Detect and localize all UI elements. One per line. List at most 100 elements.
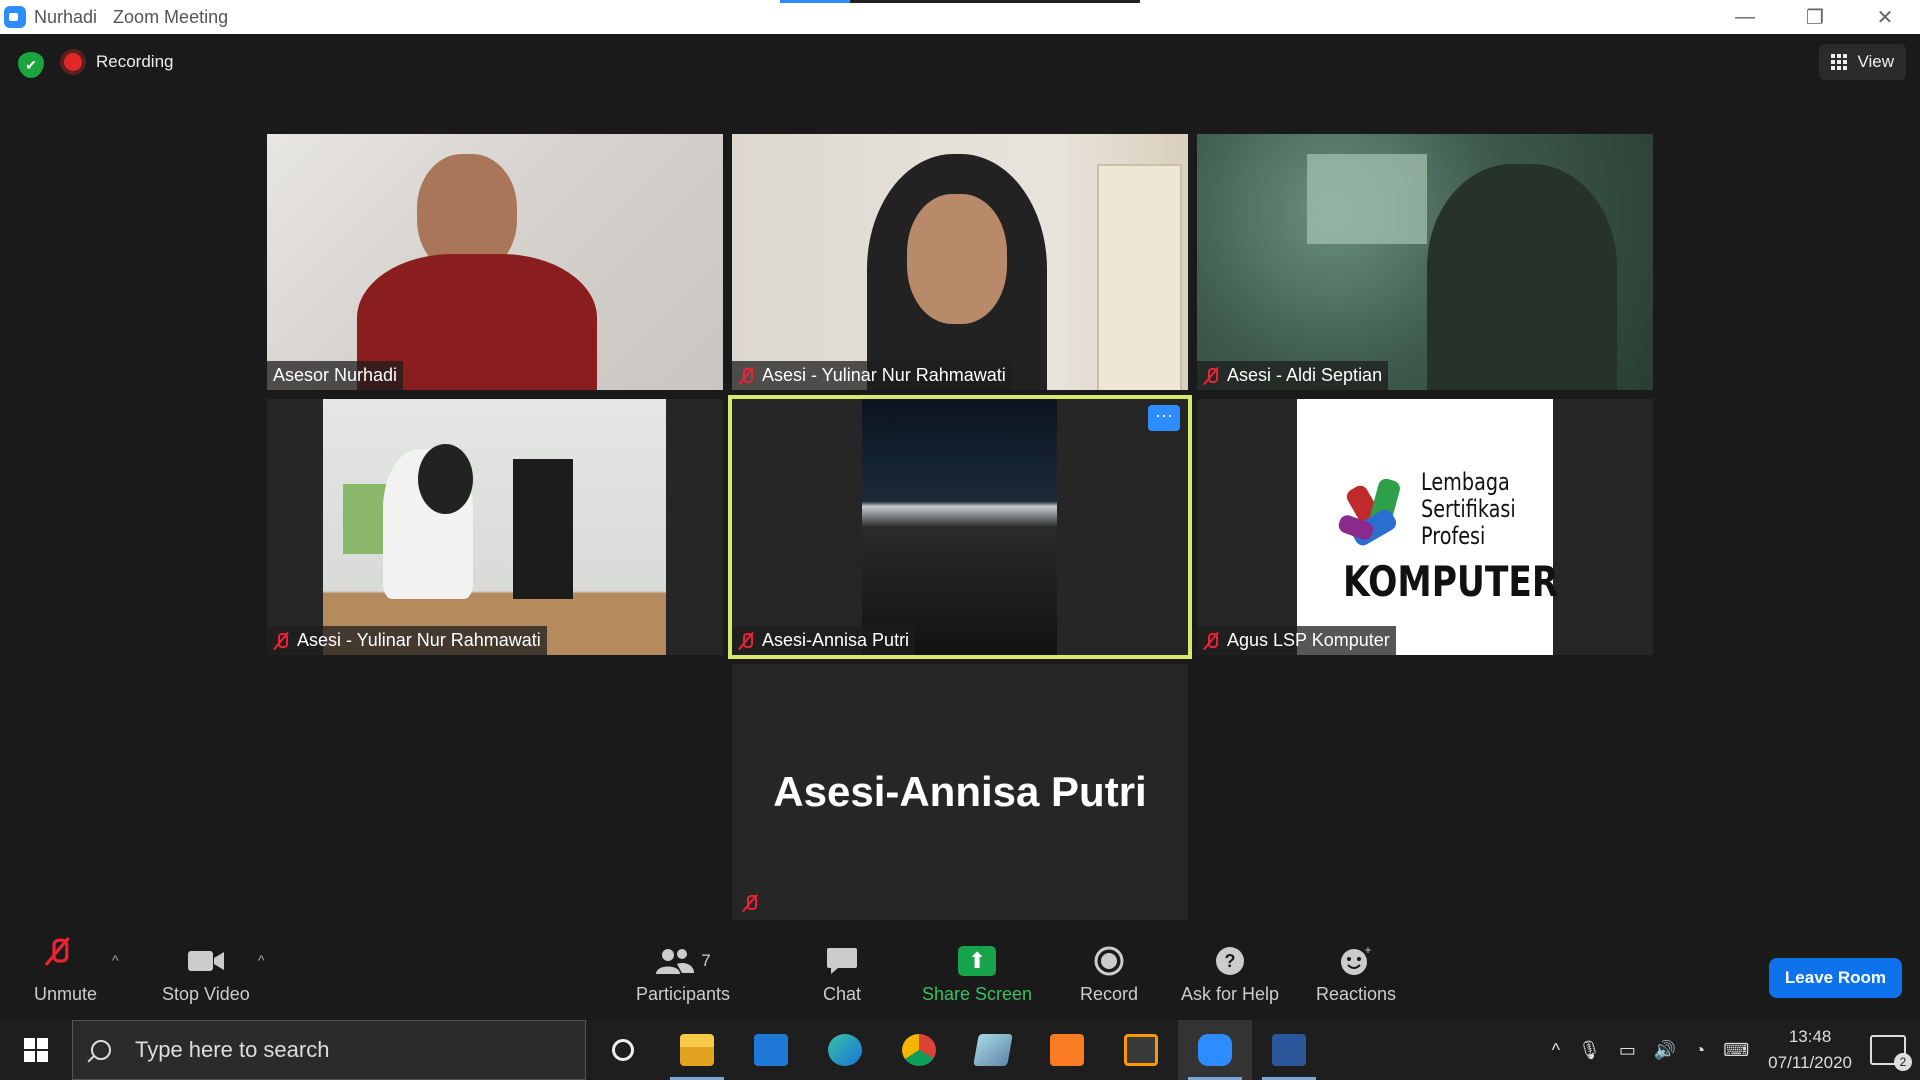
taskbar-chrome[interactable] (882, 1020, 956, 1080)
folder-icon (680, 1034, 714, 1066)
ask-for-help-button[interactable]: ? Ask for Help (1181, 944, 1279, 1005)
chat-bubble-icon (826, 944, 858, 978)
svg-text:+: + (1365, 945, 1372, 957)
search-icon (91, 1040, 111, 1060)
window-titlebar: Nurhadi Zoom Meeting — ❐ ✕ (0, 0, 1920, 34)
participants-icon: 7 (655, 944, 711, 978)
wifi-icon[interactable]: ◔ (1694, 1040, 1705, 1061)
windows-taskbar: Type here to search ^ 🎙 ▭ 🔊 ◔ ⌨ 13:48 07… (0, 1020, 1920, 1080)
window-user: Nurhadi (34, 6, 98, 27)
video-tile[interactable]: Lembaga Sertifikasi Profesi KOMPUTER Agu… (1197, 399, 1653, 655)
logo-text-line3: Profesi (1421, 522, 1486, 550)
start-button[interactable] (0, 1020, 72, 1080)
svg-text:?: ? (1225, 951, 1236, 971)
action-center-notification-icon[interactable]: 2 (1870, 1035, 1912, 1071)
participant-name-label: Asesi-Annisa Putri (732, 626, 916, 655)
encryption-shield-icon[interactable]: ✔ (18, 52, 44, 78)
video-camera-icon (187, 944, 225, 978)
logo-text-main: KOMPUTER (1343, 557, 1559, 606)
taskbar-clock[interactable]: 13:48 07/11/2020 (1768, 1024, 1852, 1076)
participant-video (862, 399, 1057, 655)
recording-label: Recording (96, 52, 174, 71)
logo-text-line1: Lembaga (1421, 468, 1510, 496)
taskbar-zoom[interactable] (1178, 1020, 1252, 1080)
show-hidden-icons-chevron-icon[interactable]: ^ (1552, 1040, 1560, 1061)
video-tile[interactable]: Asesor Nurhadi (267, 134, 723, 390)
mail-icon (754, 1034, 788, 1066)
taskbar-mail[interactable] (734, 1020, 808, 1080)
taskbar-search-box[interactable]: Type here to search (72, 1020, 586, 1080)
share-screen-button[interactable]: ⬆ Share Screen (922, 944, 1032, 1005)
cortana-circle-icon (612, 1039, 634, 1061)
taskbar-edge[interactable] (808, 1020, 882, 1080)
name-only-tile[interactable]: Asesi-Annisa Putri (732, 664, 1188, 920)
search-placeholder: Type here to search (135, 1037, 330, 1062)
battery-icon[interactable]: ▭ (1619, 1040, 1636, 1061)
lsp-komputer-logo: Lembaga Sertifikasi Profesi KOMPUTER (1297, 399, 1558, 655)
audio-options-caret-icon[interactable]: ^ (112, 952, 119, 968)
mic-muted-icon (738, 632, 754, 650)
mic-muted-icon (1203, 632, 1219, 650)
recording-indicator[interactable]: Recording (64, 52, 174, 72)
volume-icon[interactable]: 🔊 (1654, 1040, 1676, 1061)
participant-name-label: Asesor Nurhadi (267, 361, 404, 390)
reactions-button[interactable]: + Reactions (1316, 944, 1396, 1005)
video-tile[interactable]: Asesi - Aldi Septian (1197, 134, 1653, 390)
video-tile[interactable]: Asesi - Yulinar Nur Rahmawati (267, 399, 723, 655)
participant-video (1307, 154, 1427, 244)
stop-video-button[interactable]: Stop Video (162, 944, 250, 1005)
microphone-off-icon (44, 937, 79, 985)
participant-name-label: Asesi - Aldi Septian (1197, 361, 1389, 390)
cortana-button[interactable] (586, 1020, 660, 1080)
record-button[interactable]: Record (1080, 944, 1138, 1005)
edge-browser-icon (828, 1034, 862, 1066)
notification-count-badge: 2 (1894, 1053, 1912, 1071)
leave-room-button[interactable]: Leave Room (1768, 958, 1902, 998)
participant-name-label: Asesi - Yulinar Nur Rahmawati (732, 361, 1012, 390)
view-button[interactable]: View (1819, 44, 1906, 80)
word-icon (1272, 1034, 1306, 1066)
taskbar-word[interactable] (1252, 1020, 1326, 1080)
participants-count: 7 (701, 951, 711, 970)
mic-muted-icon (1203, 367, 1219, 385)
taskbar-notes-app[interactable] (956, 1020, 1030, 1080)
close-button[interactable]: ✕ (1850, 0, 1920, 34)
record-dot-icon (64, 53, 82, 71)
participant-display-name: Asesi-Annisa Putri (773, 768, 1147, 815)
minimize-button[interactable]: — (1710, 0, 1780, 34)
mic-muted-icon (738, 367, 754, 385)
view-label: View (1857, 52, 1894, 71)
participant-video (323, 399, 666, 655)
chat-button[interactable]: Chat (823, 944, 861, 1005)
mic-muted-icon (742, 894, 758, 912)
taskbar-xampp[interactable] (1030, 1020, 1104, 1080)
zoom-app-icon (1198, 1034, 1232, 1066)
record-icon (1094, 944, 1124, 978)
keyboard-icon[interactable]: ⌨ (1723, 1040, 1749, 1061)
notes-app-icon (973, 1034, 1013, 1066)
participants-button[interactable]: 7 Participants (636, 944, 730, 1005)
grid-icon (1831, 54, 1848, 70)
zoom-logo-icon (4, 6, 26, 28)
clock-time: 13:48 (1788, 1027, 1832, 1046)
unmute-button[interactable]: Unmute (34, 938, 97, 1005)
microphone-tray-icon[interactable]: 🎙 (1578, 1040, 1601, 1061)
chrome-browser-icon (902, 1034, 936, 1066)
people-logo-icon (1336, 475, 1415, 555)
active-speaker-tile[interactable]: ··· Asesi-Annisa Putri (728, 395, 1192, 659)
meeting-toolbar: Unmute ^ Stop Video ^ 7 Participants Cha… (0, 934, 1920, 1020)
emoji-reaction-icon: + (1339, 944, 1373, 978)
share-screen-icon: ⬆ (958, 946, 997, 976)
video-tile[interactable]: Asesi - Yulinar Nur Rahmawati (732, 134, 1188, 390)
help-question-icon: ? (1215, 944, 1245, 978)
video-options-caret-icon[interactable]: ^ (258, 952, 265, 968)
loading-bar (780, 0, 1140, 3)
system-tray: ^ 🎙 ▭ 🔊 ◔ ⌨ 13:48 07/11/2020 2 (1543, 1020, 1920, 1080)
restore-button[interactable]: ❐ (1780, 0, 1850, 34)
clock-date: 07/11/2020 (1768, 1053, 1852, 1072)
taskbar-file-explorer[interactable] (660, 1020, 734, 1080)
participant-name-label: Agus LSP Komputer (1197, 626, 1396, 655)
taskbar-sublime[interactable] (1104, 1020, 1178, 1080)
windows-logo-icon (24, 1038, 48, 1062)
more-options-button[interactable]: ··· (1148, 405, 1180, 431)
